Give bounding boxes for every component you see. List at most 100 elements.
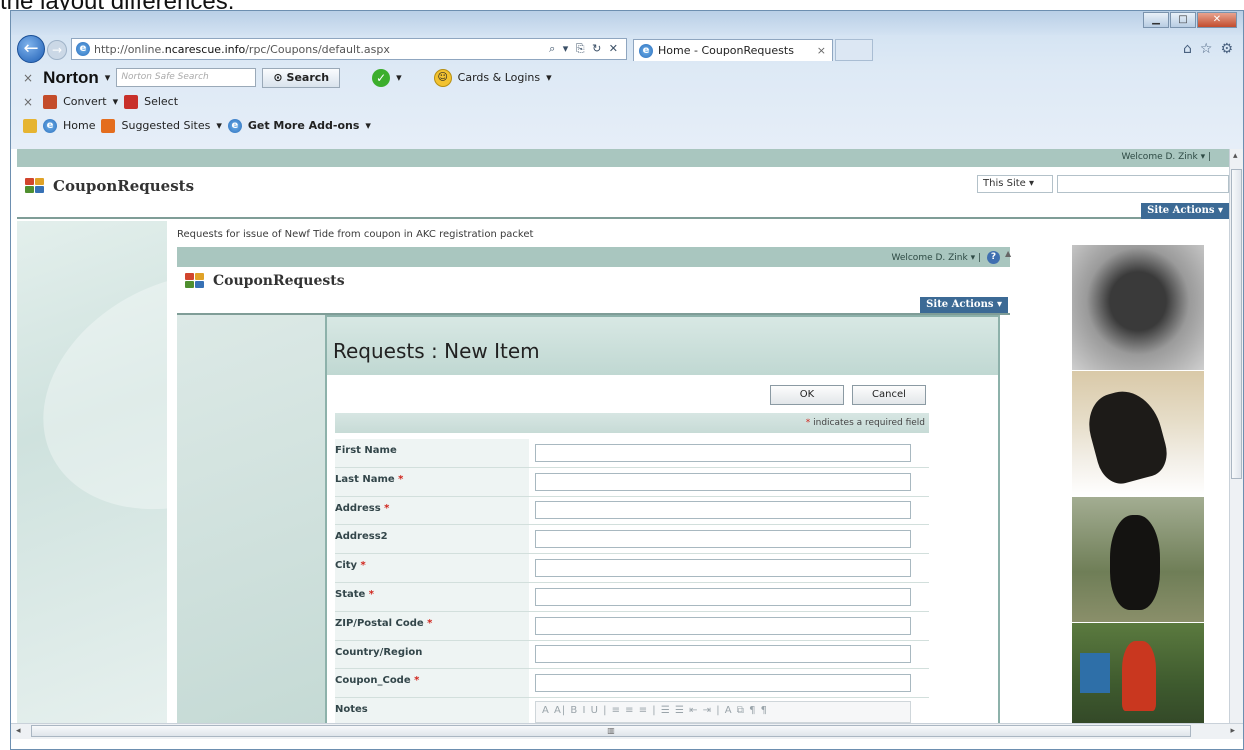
site-actions-menu[interactable]: Site Actions ▾	[1141, 203, 1229, 219]
inner-scroll-arrow[interactable]: ▲	[1005, 249, 1011, 258]
favorites-icon[interactable]	[23, 118, 37, 133]
text-field[interactable]	[535, 674, 911, 693]
inner-left-band	[177, 315, 325, 723]
form-row: Last Name *	[335, 467, 929, 497]
search-scope-select[interactable]: This Site ▾	[977, 175, 1053, 193]
maximize-button[interactable]: □	[1170, 12, 1196, 28]
norton-search-input[interactable]: Norton Safe Search	[116, 68, 257, 87]
browser-chrome: ▁ □ ✕ ← → e http://online.ncarescue.info…	[11, 11, 1243, 149]
address-bar[interactable]: e http://online.ncarescue.info/rpc/Coupo…	[71, 38, 627, 60]
form-row: Address *	[335, 496, 929, 526]
required-star: *	[423, 617, 433, 629]
site-search-input[interactable]	[1057, 175, 1229, 193]
inner-site-title[interactable]: CouponRequests	[185, 273, 345, 289]
norton-logo[interactable]: Norton	[43, 68, 99, 88]
address-url: http://online.ncarescue.info/rpc/Coupons…	[94, 42, 390, 56]
navigation-row: ← → e http://online.ncarescue.info/rpc/C…	[11, 35, 1243, 65]
select-icon	[124, 94, 139, 109]
select-button[interactable]: Select	[144, 95, 178, 108]
text-field[interactable]	[535, 501, 911, 520]
dog-photo-1	[1072, 245, 1204, 371]
photo-strip	[1072, 245, 1204, 723]
favorites-star-icon[interactable]: ☆	[1200, 41, 1213, 57]
inner-top-bar: Welcome D. Zink ▾ | ?	[177, 247, 1010, 267]
suggested-sites-icon	[101, 118, 116, 133]
forward-button[interactable]: →	[47, 40, 67, 60]
favorites-home-link[interactable]: Home	[63, 119, 95, 132]
search-icon: ⊙	[273, 71, 283, 84]
home-icon[interactable]: ⌂	[1183, 41, 1192, 57]
horizontal-scrollbar[interactable]: ◂ ▥ ▸	[11, 723, 1243, 739]
site-logo-icon	[25, 178, 47, 194]
cancel-button[interactable]: Cancel	[852, 385, 926, 405]
left-decor-band	[17, 221, 167, 723]
close-toolbar-icon[interactable]: ×	[23, 95, 33, 109]
required-star: *	[394, 473, 404, 485]
notes-rich-text-toolbar[interactable]: A A| B I U | ≡ ≡ ≡ | ☰ ☰ ⇤ ⇥ | A ⧉ ¶ ¶	[535, 701, 911, 723]
norton-toolbar: × Norton ▾ Norton Safe Search ⊙ Search ✓ ▾ …	[23, 67, 552, 88]
suggested-sites-menu[interactable]: Suggested Sites	[121, 119, 210, 132]
field-label: Address2	[335, 525, 529, 554]
vertical-scroll-thumb[interactable]	[1231, 169, 1242, 479]
browser-tab[interactable]: e Home - CouponRequests ×	[633, 39, 833, 61]
required-star: *	[410, 675, 420, 687]
tab-close-icon[interactable]: ×	[817, 44, 826, 57]
minimize-button[interactable]: ▁	[1143, 12, 1169, 28]
dog-photo-3	[1072, 497, 1204, 623]
field-label: City *	[335, 554, 529, 582]
new-item-form: Requests : New Item OK Cancel * indicate…	[325, 315, 1000, 723]
field-label: Address *	[335, 496, 529, 525]
page-content: Welcome D. Zink ▾ | CouponRequests This …	[17, 149, 1229, 723]
get-addons-menu[interactable]: Get More Add-ons	[248, 119, 360, 132]
text-field[interactable]	[535, 443, 911, 462]
new-tab-button[interactable]	[835, 39, 873, 61]
cards-logins-menu[interactable]: Cards & Logins	[458, 71, 540, 84]
ok-button[interactable]: OK	[770, 385, 844, 405]
norton-search-button[interactable]: ⊙ Search	[262, 67, 341, 88]
address-buttons[interactable]: ⌕ ▾ ⎘ ↻ ✕	[549, 42, 626, 56]
text-field[interactable]	[535, 559, 911, 578]
required-star: *	[805, 418, 811, 428]
form-header: Requests : New Item	[327, 317, 998, 375]
tab-title: Home - CouponRequests	[658, 44, 794, 57]
text-field[interactable]	[535, 587, 911, 606]
convert-menu[interactable]: Convert	[63, 95, 107, 108]
close-toolbar-icon[interactable]: ×	[23, 71, 33, 85]
close-window-button[interactable]: ✕	[1197, 12, 1237, 28]
tools-gear-icon[interactable]: ⚙	[1220, 41, 1233, 57]
convert-icon	[43, 94, 58, 109]
site-description: Requests for issue of Newf Tide from cou…	[177, 229, 534, 240]
notes-label: Notes	[335, 698, 529, 723]
home-page-icon: e	[43, 118, 57, 133]
required-star: *	[357, 560, 366, 572]
dog-photo-2	[1072, 371, 1204, 497]
inner-site-actions-menu[interactable]: Site Actions ▾	[920, 297, 1008, 313]
convert-toolbar: × Convert ▾ Select	[23, 94, 179, 109]
help-icon[interactable]: ?	[987, 251, 1000, 264]
required-star: *	[365, 588, 375, 600]
scroll-left-arrow[interactable]: ◂	[16, 726, 21, 736]
inner-welcome-menu[interactable]: Welcome D. Zink ▾ |	[891, 253, 981, 263]
required-star: *	[380, 502, 390, 514]
text-field[interactable]	[535, 616, 911, 635]
welcome-menu[interactable]: Welcome D. Zink ▾ |	[1121, 152, 1211, 162]
back-button[interactable]: ←	[17, 35, 45, 63]
favorites-bar: e Home Suggested Sites ▾ e Get More Add-o…	[11, 113, 1243, 138]
site-top-bar: Welcome D. Zink ▾ |	[17, 149, 1229, 167]
safe-check-icon[interactable]: ✓	[372, 68, 391, 87]
text-field[interactable]	[535, 530, 911, 549]
text-field[interactable]	[535, 645, 911, 664]
form-row: City *	[335, 554, 929, 583]
text-field[interactable]	[535, 472, 911, 491]
form-row: State *	[335, 582, 929, 612]
scroll-up-arrow[interactable]: ▴	[1233, 151, 1238, 161]
form-row: Country/Region	[335, 640, 929, 670]
scroll-right-arrow[interactable]: ▸	[1230, 726, 1235, 736]
field-label: Coupon_Code *	[335, 669, 529, 698]
form-row: ZIP/Postal Code *	[335, 611, 929, 641]
site-title[interactable]: CouponRequests	[25, 177, 194, 195]
vertical-scrollbar[interactable]: ▴	[1229, 149, 1243, 723]
horizontal-scroll-thumb[interactable]: ▥	[31, 725, 1191, 737]
addons-page-icon: e	[227, 118, 242, 133]
form-title: Requests : New Item	[333, 339, 540, 363]
